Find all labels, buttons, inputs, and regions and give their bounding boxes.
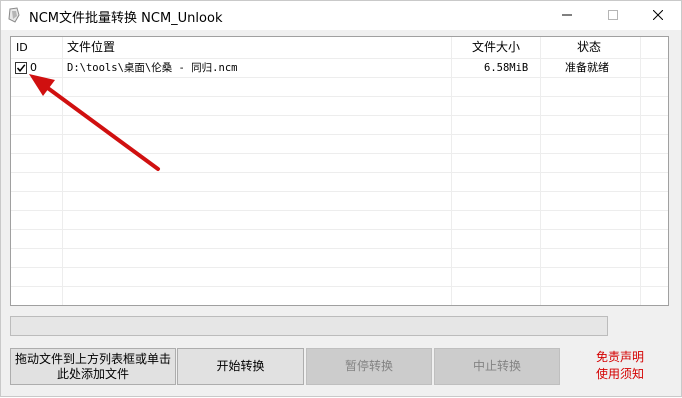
app-window: NCM文件批量转换 NCM_Unlook ID 文件位置 文件大小 状态 0 D… [0,0,682,397]
maximize-icon [608,10,618,20]
row-size: 6.58MiB [484,62,529,74]
close-button[interactable] [635,1,681,30]
header-size[interactable]: 文件大小 [472,37,520,58]
row-checkbox[interactable] [15,62,27,74]
checkmark-icon [16,64,26,72]
disclaimer-line-2: 使用须知 [595,367,644,381]
row-divider [11,267,668,268]
start-button[interactable]: 开始转换 [177,348,304,385]
pause-button[interactable]: 暂停转换 [306,348,432,385]
row-divider [11,172,668,173]
row-path: D:\tools\桌面\伦桑 - 同归.ncm [67,62,238,74]
header-status[interactable]: 状态 [577,37,601,58]
progress-bar [10,316,608,336]
row-divider [11,229,668,230]
row-divider [11,115,668,116]
title-bar: NCM文件批量转换 NCM_Unlook [1,1,681,30]
app-icon [8,7,20,23]
row-divider [11,210,668,211]
add-files-button[interactable]: 拖动文件到上方列表框或单击此处添加文件 [10,348,176,385]
header-id[interactable]: ID [16,37,28,58]
row-divider [11,248,668,249]
file-list[interactable]: ID 文件位置 文件大小 状态 0 D:\tools\桌面\伦桑 - 同归.nc… [10,36,669,306]
header-path[interactable]: 文件位置 [67,37,115,58]
row-id: 0 [30,61,37,74]
row-divider [11,77,668,78]
maximize-button[interactable] [590,1,636,30]
disclaimer-line-1: 免责声明 [595,350,644,364]
close-icon [653,10,663,20]
row-divider [11,153,668,154]
window-title: NCM文件批量转换 NCM_Unlook [29,11,223,26]
row-divider [11,134,668,135]
row-divider [11,96,668,97]
stop-button[interactable]: 中止转换 [434,348,560,385]
row-divider [11,191,668,192]
row-divider [11,286,668,287]
row-status: 准备就绪 [565,61,609,74]
minimize-icon [562,14,572,16]
minimize-button[interactable] [544,1,590,30]
disclaimer-link[interactable]: 免责声明 使用须知 [587,349,653,383]
